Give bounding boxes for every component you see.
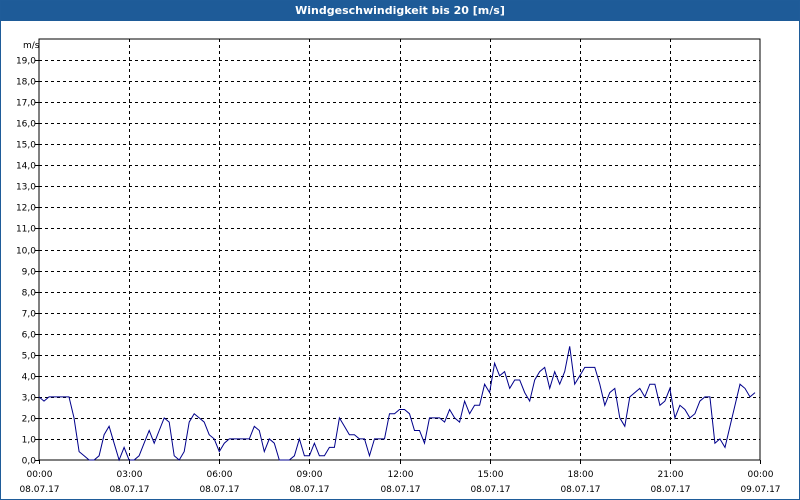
y-tick-label: 1,0 (22, 436, 37, 446)
x-tick-date-label: 08.07.17 (289, 485, 329, 495)
x-tick-time-label: 03:00 (117, 470, 143, 480)
y-tick-label: 18,0 (16, 78, 36, 88)
x-tick-time-label: 18:00 (568, 470, 594, 480)
y-tick-label: 11,0 (16, 225, 36, 235)
series-line (38, 346, 756, 462)
x-tick-time-label: 21:00 (658, 470, 684, 480)
series (38, 346, 756, 462)
y-axis-ticks: 0,0 1,0 2,0 3,0 4,0 5,0 6,0 7,0 8,0 9,0 10,0 11,0 12… (16, 57, 39, 467)
y-tick-label: 3,0 (22, 394, 37, 404)
x-tick-date-label: 08.07.17 (199, 485, 239, 495)
x-tick-time-label: 00:00 (27, 470, 53, 480)
x-tick-time-label: 12:00 (388, 470, 414, 480)
y-tick-label: 0,0 (22, 457, 37, 467)
y-tick-label: 8,0 (22, 289, 37, 299)
y-tick-label: 10,0 (16, 247, 36, 257)
y-tick-label: 13,0 (16, 183, 36, 193)
x-tick-time-label: 00:00 (748, 470, 774, 480)
y-tick-label: 2,0 (22, 415, 37, 425)
x-tick-date-label: 08.07.17 (109, 485, 149, 495)
x-tick-time-label: 09:00 (297, 470, 323, 480)
y-tick-label: 9,0 (22, 268, 37, 278)
y-tick-label: 12,0 (16, 204, 36, 214)
x-tick-time-label: 06:00 (207, 470, 233, 480)
x-tick-date-label: 08.07.17 (470, 485, 510, 495)
y-tick-label: 4,0 (22, 373, 37, 383)
y-tick-label: 5,0 (22, 352, 37, 362)
y-tick-label: 6,0 (22, 331, 37, 341)
y-tick-label: 16,0 (16, 120, 36, 130)
x-tick-date-label: 09.07.17 (740, 485, 780, 495)
y-axis-unit-label: m/s (23, 41, 40, 51)
x-tick-date-label: 08.07.17 (650, 485, 690, 495)
y-tick-label: 17,0 (16, 99, 36, 109)
x-tick-time-label: 15:00 (478, 470, 504, 480)
y-tick-label: 19,0 (16, 57, 36, 67)
x-tick-date-label: 08.07.17 (560, 485, 600, 495)
wind-speed-chart: 0,0 1,0 2,0 3,0 4,0 5,0 6,0 7,0 8,0 9,0 10,0 11,0 12… (16, 38, 781, 495)
y-tick-label: 15,0 (16, 141, 36, 151)
x-tick-date-label: 08.07.17 (19, 485, 59, 495)
grid (39, 39, 760, 460)
y-tick-label: 14,0 (16, 162, 36, 172)
x-axis-ticks: 00:00 08.07.17 03:00 08.07.17 06:00 08.07.17 0… (19, 460, 781, 495)
y-tick-label: 7,0 (22, 310, 37, 320)
x-tick-date-label: 08.07.17 (380, 485, 420, 495)
